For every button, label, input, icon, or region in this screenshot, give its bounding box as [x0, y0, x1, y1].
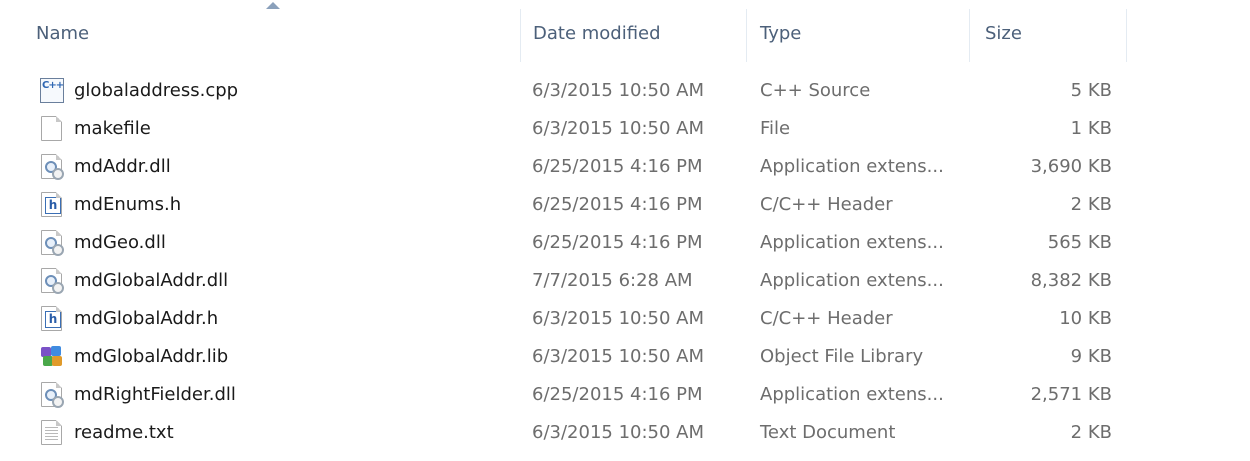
file-name: mdGlobalAddr.h: [74, 308, 219, 329]
file-row[interactable]: mdGeo.dll 6/25/2015 4:16 PM Application …: [0, 226, 1250, 259]
file-type: Application extens...: [760, 270, 944, 291]
column-header-date[interactable]: Date modified: [533, 9, 745, 62]
file-list-pane: Name Date modified Type Size C++ globala…: [0, 0, 1250, 461]
file-size: 2,571 KB: [1030, 384, 1112, 405]
file-type: C/C++ Header: [760, 308, 893, 329]
dll-file-icon: [41, 268, 64, 294]
dll-file-icon: [41, 382, 64, 408]
file-size: 2 KB: [1070, 194, 1112, 215]
file-name: mdAddr.dll: [74, 156, 171, 177]
file-name: readme.txt: [74, 422, 174, 443]
column-header-date-label: Date modified: [533, 23, 661, 44]
file-name: mdGeo.dll: [74, 232, 166, 253]
file-row[interactable]: h mdEnums.h 6/25/2015 4:16 PM C/C++ Head…: [0, 188, 1250, 221]
file-name: mdRightFielder.dll: [74, 384, 236, 405]
column-divider[interactable]: [520, 9, 521, 62]
file-size: 565 KB: [1047, 232, 1112, 253]
column-header-name[interactable]: Name: [36, 9, 520, 62]
file-size: 8,382 KB: [1030, 270, 1112, 291]
file-date: 6/3/2015 10:50 AM: [532, 308, 705, 329]
file-name: mdEnums.h: [74, 194, 182, 215]
file-name: makefile: [74, 118, 151, 139]
file-type: Application extens...: [760, 232, 944, 253]
column-header-type-label: Type: [760, 23, 802, 44]
file-date: 6/3/2015 10:50 AM: [532, 422, 705, 443]
file-row[interactable]: readme.txt 6/3/2015 10:50 AM Text Docume…: [0, 416, 1250, 449]
file-row[interactable]: mdAddr.dll 6/25/2015 4:16 PM Application…: [0, 150, 1250, 183]
file-date: 6/25/2015 4:16 PM: [532, 384, 703, 405]
file-row[interactable]: mdGlobalAddr.lib 6/3/2015 10:50 AM Objec…: [0, 340, 1250, 373]
file-name: globaladdress.cpp: [74, 80, 239, 101]
header-file-icon: h: [41, 306, 62, 331]
file-type: Text Document: [760, 422, 896, 443]
file-size: 10 KB: [1059, 308, 1112, 329]
text-file-icon: [41, 420, 62, 445]
file-name: mdGlobalAddr.dll: [74, 270, 229, 291]
file-size: 1 KB: [1070, 118, 1112, 139]
column-divider[interactable]: [1126, 9, 1127, 62]
file-row[interactable]: mdRightFielder.dll 6/25/2015 4:16 PM App…: [0, 378, 1250, 411]
file-date: 6/25/2015 4:16 PM: [532, 194, 703, 215]
file-size: 2 KB: [1070, 422, 1112, 443]
file-type: File: [760, 118, 791, 139]
file-date: 6/3/2015 10:50 AM: [532, 118, 705, 139]
column-divider[interactable]: [969, 9, 970, 62]
file-type: Object File Library: [760, 346, 924, 367]
file-size: 9 KB: [1070, 346, 1112, 367]
file-type: Application extens...: [760, 384, 944, 405]
file-date: 6/3/2015 10:50 AM: [532, 346, 705, 367]
dll-file-icon: [41, 230, 64, 256]
file-type: Application extens...: [760, 156, 944, 177]
file-type: C++ Source: [760, 80, 871, 101]
file-date: 6/25/2015 4:16 PM: [532, 232, 703, 253]
file-row[interactable]: h mdGlobalAddr.h 6/3/2015 10:50 AM C/C++…: [0, 302, 1250, 335]
blank-file-icon: [41, 116, 62, 141]
file-name: mdGlobalAddr.lib: [74, 346, 229, 367]
cpp-source-icon: C++: [40, 78, 64, 103]
file-date: 6/3/2015 10:50 AM: [532, 80, 705, 101]
file-row[interactable]: mdGlobalAddr.dll 7/7/2015 6:28 AM Applic…: [0, 264, 1250, 297]
column-header-bar: Name Date modified Type Size: [0, 0, 1250, 62]
file-size: 5 KB: [1070, 80, 1112, 101]
column-header-size[interactable]: Size: [985, 9, 1125, 62]
file-row[interactable]: makefile 6/3/2015 10:50 AM File 1 KB: [0, 112, 1250, 145]
column-header-name-label: Name: [36, 23, 90, 44]
file-date: 6/25/2015 4:16 PM: [532, 156, 703, 177]
column-divider[interactable]: [746, 9, 747, 62]
library-file-icon: [40, 344, 64, 369]
column-header-type[interactable]: Type: [760, 9, 968, 62]
file-row[interactable]: C++ globaladdress.cpp 6/3/2015 10:50 AM …: [0, 74, 1250, 107]
dll-file-icon: [41, 154, 64, 180]
file-date: 7/7/2015 6:28 AM: [532, 270, 693, 291]
column-header-size-label: Size: [985, 23, 1022, 44]
header-file-icon: h: [41, 192, 62, 217]
file-size: 3,690 KB: [1030, 156, 1112, 177]
file-type: C/C++ Header: [760, 194, 893, 215]
sort-ascending-icon: [266, 2, 280, 9]
